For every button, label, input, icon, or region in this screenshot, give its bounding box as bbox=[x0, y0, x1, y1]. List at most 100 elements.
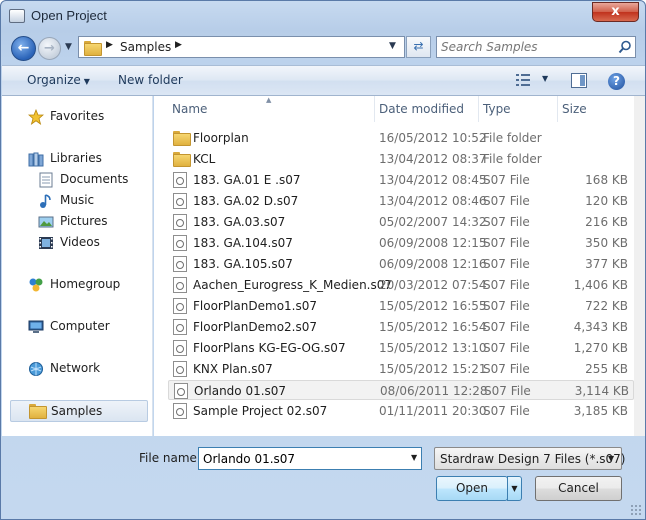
vertical-scrollbar[interactable] bbox=[634, 96, 645, 436]
open-options-button[interactable]: ▼ bbox=[507, 476, 522, 501]
file-row[interactable]: KCL 13/04/2012 08:37 File folder bbox=[168, 149, 634, 169]
dialog-footer: File name: ▼ Stardraw Design 7 Files (*.… bbox=[2, 436, 645, 520]
pictures-icon bbox=[38, 216, 54, 228]
file-row[interactable]: 183. GA.01 E .s07 13/04/2012 08:45 S07 Fil… bbox=[168, 170, 634, 190]
file-icon bbox=[173, 277, 187, 293]
file-row[interactable]: Orlando 01.s07 08/06/2011 12:28 S07 File 3,… bbox=[168, 380, 634, 400]
file-row[interactable]: Sample Project 02.s07 01/11/2011 20:30 S07… bbox=[168, 401, 634, 421]
file-size: 168 KB bbox=[585, 173, 628, 187]
file-icon bbox=[173, 361, 187, 377]
nav-label: Computer bbox=[50, 319, 110, 333]
arrow-left-icon: ← bbox=[17, 40, 30, 56]
breadcrumb-samples[interactable]: Samples bbox=[120, 40, 171, 54]
file-date: 01/11/2011 20:30 bbox=[379, 404, 487, 418]
file-name: 183. GA.03.s07 bbox=[193, 215, 286, 229]
videos-icon bbox=[39, 237, 53, 249]
file-type: File folder bbox=[483, 131, 542, 145]
search-input[interactable] bbox=[441, 39, 611, 55]
view-dropdown-icon[interactable]: ▼ bbox=[542, 74, 548, 83]
file-name: KNX Plan.s07 bbox=[193, 362, 273, 376]
file-icon bbox=[173, 340, 187, 356]
file-row[interactable]: Floorplan 16/05/2012 10:52 File folder bbox=[168, 128, 634, 148]
column-header-name[interactable]: ▲ Name bbox=[154, 96, 374, 122]
new-folder-button[interactable]: New folder bbox=[118, 73, 183, 87]
file-size: 1,406 KB bbox=[573, 278, 628, 292]
file-icon bbox=[173, 319, 187, 335]
nav-label: Pictures bbox=[60, 214, 108, 228]
file-type: S07 File bbox=[483, 257, 530, 271]
file-name-combobox[interactable]: ▼ bbox=[198, 447, 422, 470]
breadcrumb-arrow-icon[interactable]: ▶ bbox=[106, 40, 113, 50]
column-header-type[interactable]: Type bbox=[479, 96, 557, 122]
navigation-pane: Favorites Libraries Documents Music Pict… bbox=[2, 96, 153, 436]
back-button[interactable]: ← bbox=[11, 36, 36, 61]
open-button[interactable]: Open bbox=[436, 476, 508, 501]
close-button[interactable]: x bbox=[592, 2, 639, 22]
network-icon bbox=[29, 362, 43, 376]
app-icon bbox=[9, 9, 25, 23]
organize-label: Organize bbox=[27, 73, 81, 87]
file-row[interactable]: 183. GA.104.s07 06/09/2008 12:15 S07 File 3… bbox=[168, 233, 634, 253]
file-date: 15/05/2012 16:55 bbox=[379, 299, 487, 313]
refresh-button[interactable]: ⇄ bbox=[406, 36, 431, 58]
documents-icon bbox=[39, 172, 53, 188]
forward-button[interactable]: → bbox=[38, 37, 61, 60]
file-name: FloorPlanDemo2.s07 bbox=[193, 320, 318, 334]
column-header-size[interactable]: Size bbox=[558, 96, 634, 122]
recent-pages-button[interactable]: ▼ bbox=[65, 42, 72, 52]
file-name-input[interactable] bbox=[203, 451, 398, 467]
nav-samples[interactable]: Samples bbox=[10, 400, 148, 422]
file-size: 120 KB bbox=[585, 194, 628, 208]
file-type: File folder bbox=[483, 152, 542, 166]
file-row[interactable]: FloorPlanDemo2.s07 15/05/2012 16:54 S07 Fi… bbox=[168, 317, 634, 337]
file-date: 15/05/2012 16:54 bbox=[379, 320, 487, 334]
file-type: S07 File bbox=[483, 278, 530, 292]
file-row[interactable]: 183. GA.02 D.s07 13/04/2012 08:46 S07 File… bbox=[168, 191, 634, 211]
file-row[interactable]: 183. GA.03.s07 05/02/2007 14:32 S07 File 21… bbox=[168, 212, 634, 232]
search-icon[interactable] bbox=[618, 40, 632, 54]
resize-grip[interactable] bbox=[630, 504, 642, 516]
file-date: 06/09/2008 12:16 bbox=[379, 257, 487, 271]
address-dropdown-icon[interactable]: ▼ bbox=[389, 41, 396, 51]
file-date: 15/05/2012 13:10 bbox=[379, 341, 487, 355]
preview-pane-icon[interactable] bbox=[571, 73, 587, 88]
file-row[interactable]: Aachen_Eurogress_K_Medien.s07 20/03/2012 … bbox=[168, 275, 634, 295]
nav-label: Libraries bbox=[50, 151, 102, 165]
help-icon[interactable]: ? bbox=[608, 73, 625, 90]
refresh-icon: ⇄ bbox=[413, 39, 424, 53]
file-date: 06/09/2008 12:15 bbox=[379, 236, 487, 250]
nav-label: Samples bbox=[51, 404, 103, 418]
file-size: 216 KB bbox=[585, 215, 628, 229]
file-size: 1,270 KB bbox=[573, 341, 628, 355]
file-row[interactable]: KNX Plan.s07 15/05/2012 15:21 S07 File 255 … bbox=[168, 359, 634, 379]
nav-label: Documents bbox=[60, 172, 129, 186]
file-type: S07 File bbox=[483, 320, 530, 334]
file-type-value: Stardraw Design 7 Files (*.s07) bbox=[440, 452, 626, 466]
file-icon bbox=[173, 235, 187, 251]
column-label: Name bbox=[172, 102, 208, 116]
chevron-down-icon: ▼ bbox=[608, 454, 615, 463]
file-row[interactable]: 183. GA.105.s07 06/09/2008 12:16 S07 File 3… bbox=[168, 254, 634, 274]
computer-icon bbox=[28, 320, 44, 333]
file-type-select[interactable]: Stardraw Design 7 Files (*.s07) ▼ bbox=[434, 447, 626, 470]
cancel-button[interactable]: Cancel bbox=[535, 476, 622, 501]
file-type: S07 File bbox=[483, 194, 530, 208]
file-name: KCL bbox=[193, 152, 216, 166]
column-header-date[interactable]: Date modified bbox=[375, 96, 478, 122]
nav-label: Videos bbox=[60, 235, 100, 249]
music-icon bbox=[40, 194, 51, 208]
organize-menu[interactable]: Organize ▼ bbox=[27, 73, 90, 87]
breadcrumb-arrow-icon[interactable]: ▶ bbox=[175, 40, 182, 50]
chevron-down-icon[interactable]: ▼ bbox=[411, 453, 417, 462]
address-bar[interactable]: ▶ Samples ▶ ▼ bbox=[78, 36, 405, 58]
window-title: Open Project bbox=[31, 8, 107, 23]
view-options-icon[interactable] bbox=[516, 74, 530, 86]
search-box[interactable] bbox=[436, 36, 636, 58]
file-row[interactable]: FloorPlanDemo1.s07 15/05/2012 16:55 S07 Fi… bbox=[168, 296, 634, 316]
file-icon bbox=[173, 193, 187, 209]
file-row[interactable]: FloorPlans KG-EG-OG.s07 15/05/2012 13:10 S… bbox=[168, 338, 634, 358]
file-icon bbox=[173, 256, 187, 272]
file-size: 3,114 KB bbox=[574, 384, 629, 398]
file-date: 13/04/2012 08:45 bbox=[379, 173, 487, 187]
sort-ascending-icon: ▲ bbox=[266, 96, 272, 104]
